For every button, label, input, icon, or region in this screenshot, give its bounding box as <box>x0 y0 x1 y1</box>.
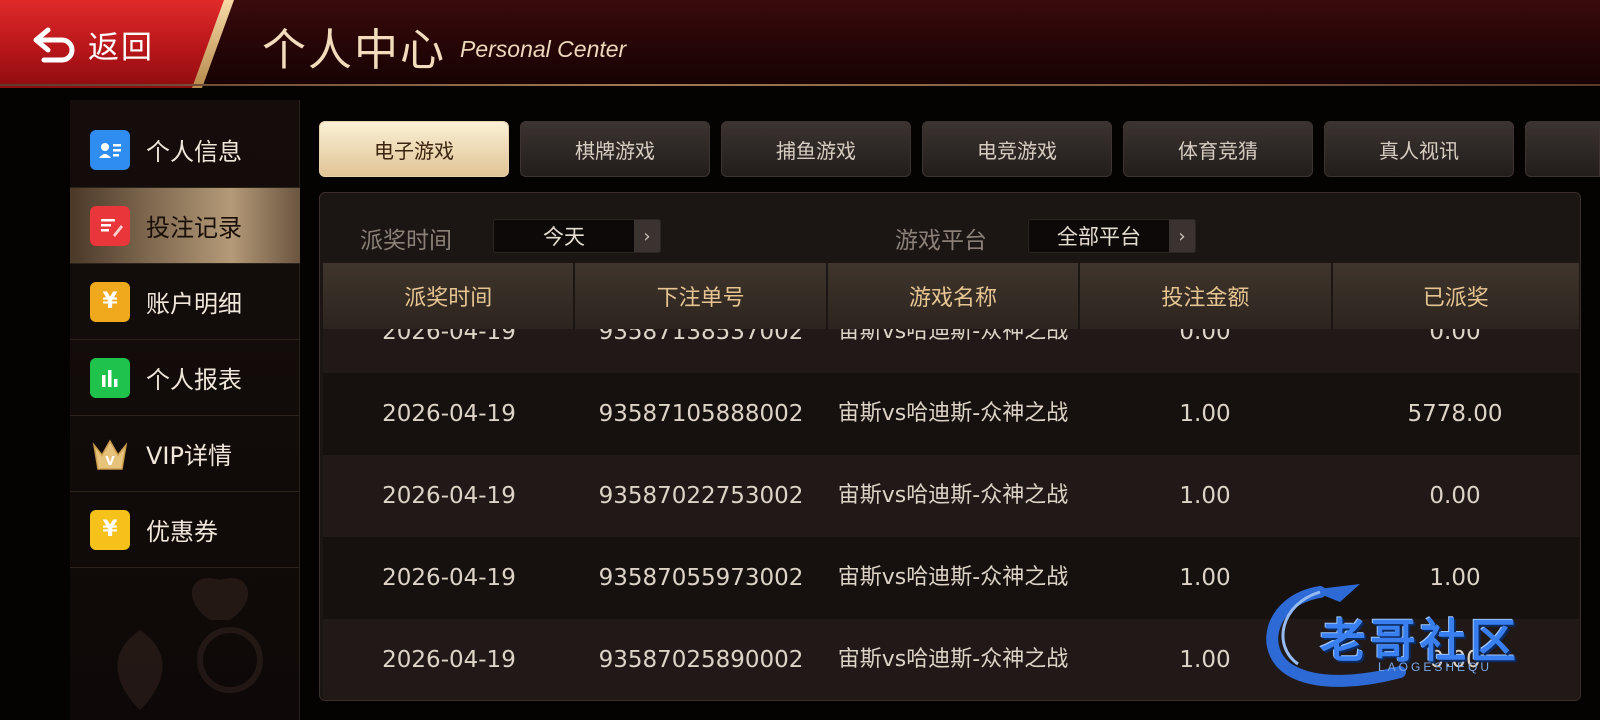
tab-more[interactable] <box>1525 121 1600 177</box>
cell-date: 2026-04-19 <box>382 401 516 427</box>
cell-bet-id: 93587105888002 <box>598 401 804 427</box>
cell-date: 2026-04-19 <box>382 565 516 591</box>
table-header: 派奖时间 下注单号 游戏名称 投注金额 已派奖 <box>323 263 1579 329</box>
cell-game-name: 宙斯vs哈迪斯-众神之战 <box>837 565 1069 590</box>
id-card-icon <box>90 129 130 170</box>
cell-bet-id: 93587055973002 <box>598 565 804 591</box>
cell-payout: 5778.00 <box>1407 401 1503 427</box>
cell-bet-amount: 0.00 <box>1179 329 1231 345</box>
sidebar-item-vip-details[interactable]: V VIP详情 <box>70 416 300 492</box>
crown-icon: V <box>90 434 130 474</box>
column-header: 派奖时间 <box>323 263 574 329</box>
chevron-right-icon: › <box>1169 220 1195 252</box>
cell-game-name: 宙斯vs哈迪斯-众神之战 <box>837 329 1069 344</box>
cell-game-name: 宙斯vs哈迪斯-众神之战 <box>837 401 1069 426</box>
filter-platform-value: 全部平台 <box>1057 225 1141 249</box>
tab-live-video[interactable]: 真人视讯 <box>1324 121 1514 177</box>
sidebar-item-personal-report[interactable]: 个人报表 <box>70 340 300 416</box>
back-label: 返回 <box>88 29 154 66</box>
cell-game-name: 宙斯vs哈迪斯-众神之战 <box>837 483 1069 508</box>
filter-time-select[interactable]: 今天 › <box>493 219 661 253</box>
filter-platform-select[interactable]: 全部平台 › <box>1028 219 1196 253</box>
bar-chart-icon <box>90 357 130 398</box>
card-suit-decoration <box>117 578 263 710</box>
column-header: 已派奖 <box>1332 263 1579 329</box>
bet-record-icon <box>90 205 130 246</box>
svg-text:V: V <box>105 454 115 468</box>
coupon-icon: ¥ <box>90 509 130 550</box>
back-arrow-icon <box>33 27 75 63</box>
tab-card-games[interactable]: 棋牌游戏 <box>520 121 710 177</box>
tab-esports-games[interactable]: 电竞游戏 <box>922 121 1112 177</box>
cell-bet-id: 93587025890002 <box>598 647 804 673</box>
watermark-subtext: LAOGESHEQU <box>1378 660 1493 674</box>
sidebar-item-label: 投注记录 <box>146 214 242 242</box>
cell-bet-id: 93587022753002 <box>598 483 804 509</box>
sidebar-item-label: 账户明细 <box>146 290 242 318</box>
table-row[interactable]: 2026-04-19 93587022753002 宙斯vs哈迪斯-众神之战 1… <box>323 455 1579 537</box>
tab-electronic-games[interactable]: 电子游戏 <box>319 121 509 177</box>
cell-payout: 0.00 <box>1429 483 1481 509</box>
sidebar-item-label: 个人信息 <box>146 138 242 166</box>
back-button[interactable]: 返回 <box>0 0 228 88</box>
sidebar-item-label: 优惠券 <box>146 518 218 546</box>
table-row[interactable]: 2026-04-19 93587138537002 宙斯vs哈迪斯-众神之战 0… <box>323 329 1579 373</box>
tab-fishing-games[interactable]: 捕鱼游戏 <box>721 121 911 177</box>
filter-time-value: 今天 <box>543 225 585 249</box>
wallet-icon: ¥ <box>90 281 130 322</box>
cell-payout: 0.00 <box>1429 329 1481 345</box>
sidebar-item-account-details[interactable]: ¥ 账户明细 <box>70 264 300 340</box>
filter-platform-label: 游戏平台 <box>895 228 987 254</box>
column-header: 游戏名称 <box>827 263 1079 329</box>
column-header: 投注金额 <box>1080 263 1331 329</box>
chevron-right-icon: › <box>634 220 660 252</box>
column-header: 下注单号 <box>575 263 826 329</box>
cell-bet-amount: 1.00 <box>1179 401 1231 427</box>
header-divider <box>0 84 1600 86</box>
page-subtitle: Personal Center <box>460 36 627 62</box>
top-bar: 返回 个人中心 Personal Center <box>0 0 1600 88</box>
table-row[interactable]: 2026-04-19 93587105888002 宙斯vs哈迪斯-众神之战 1… <box>323 373 1579 455</box>
sidebar-item-personal-info[interactable]: 个人信息 <box>70 112 300 188</box>
cell-date: 2026-04-19 <box>382 647 516 673</box>
cell-date: 2026-04-19 <box>382 329 516 345</box>
cell-bet-id: 93587138537002 <box>598 329 804 345</box>
tab-sports-betting[interactable]: 体育竞猜 <box>1123 121 1313 177</box>
page-title: 个人中心 <box>262 25 446 76</box>
cell-game-name: 宙斯vs哈迪斯-众神之战 <box>837 647 1069 672</box>
sidebar-item-bet-records[interactable]: 投注记录 <box>70 188 300 264</box>
sidebar: 个人信息 投注记录 ¥ 账户明细 个人报表 V VIP详情 ¥ 优惠券 <box>70 100 300 720</box>
cell-bet-amount: 1.00 <box>1179 483 1231 509</box>
cell-date: 2026-04-19 <box>382 483 516 509</box>
sidebar-item-label: 个人报表 <box>146 366 242 394</box>
filter-time-label: 派奖时间 <box>360 228 452 254</box>
sidebar-item-label: VIP详情 <box>146 442 232 470</box>
sidebar-item-coupons[interactable]: ¥ 优惠券 <box>70 492 300 568</box>
